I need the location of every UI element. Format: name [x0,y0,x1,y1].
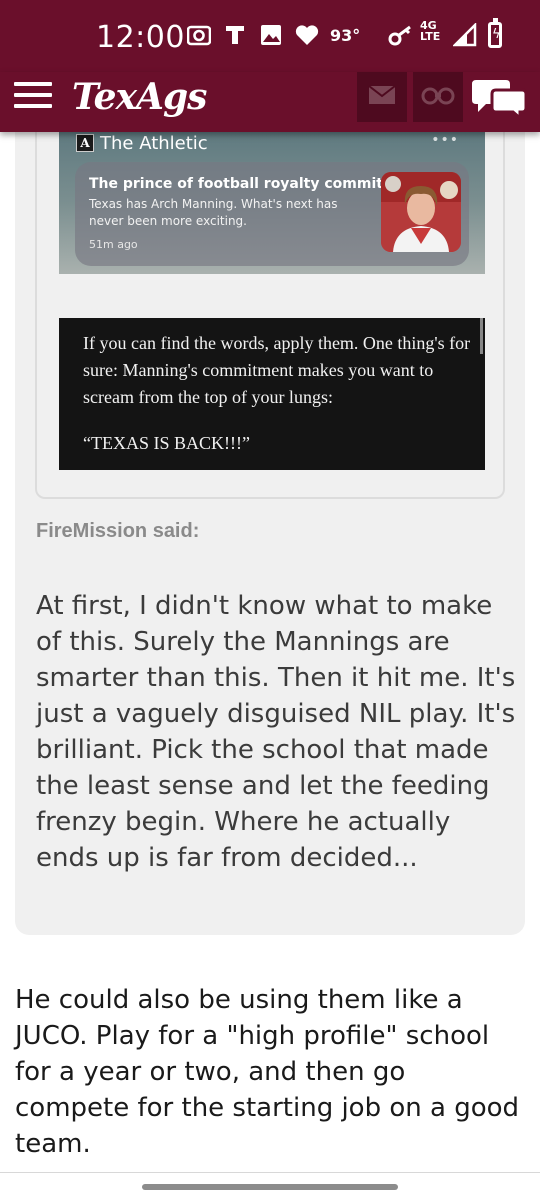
divider [0,1172,540,1173]
network-label: 4G LTE [420,19,441,43]
heart-icon [294,22,320,48]
binoculars-icon [421,85,455,109]
excerpt-scrollbar[interactable] [480,318,483,354]
mail-icon [368,85,396,109]
watchlist-button[interactable] [413,72,463,122]
player-photo [381,172,461,252]
notification-time: 51m ago [89,238,138,251]
quote-text: At first, I didn't know what to make of … [36,591,516,873]
t-mobile-icon [222,22,248,48]
site-logo[interactable]: TexAgs [72,76,207,118]
notification-source: The Athletic [100,132,208,154]
notification-body: Texas has Arch Manning. What's next has … [89,197,338,228]
signal-icon [452,22,478,48]
post-body: He could also be using them like a JUCO.… [15,985,520,1159]
notification-title: The prince of football royalty commits [89,176,392,192]
menu-icon[interactable] [14,82,54,112]
quote-author[interactable]: FireMission said: [36,520,199,543]
quote-block: A The Athletic ••• The prince of footbal… [15,132,525,935]
temperature: 93° [330,26,361,45]
gesture-nav-bar[interactable] [142,1184,398,1190]
athletic-logo-icon: A [76,134,94,152]
notification-card: The prince of football royalty commits T… [75,162,469,266]
camera-icon [186,22,212,48]
article-excerpt: If you can find the words, apply them. O… [59,318,485,470]
clock: 12:00 [96,20,185,55]
notification-screenshot: A The Athletic ••• The prince of footbal… [59,132,485,274]
mail-button[interactable] [357,72,407,122]
key-icon [388,22,414,48]
status-bar: 12:00 93° 4G LTE ϟ [0,0,540,72]
chat-button[interactable] [472,76,528,122]
chat-bubbles-icon [472,80,528,124]
excerpt-headline: “TEXAS IS BACK!!!” [83,433,250,453]
embedded-media[interactable]: A The Athletic ••• The prince of footbal… [35,132,505,499]
notification-header: A The Athletic [76,132,208,154]
excerpt-paragraph: If you can find the words, apply them. O… [83,333,471,407]
network-type: 4G LTE [420,20,454,42]
image-icon [258,22,284,48]
more-dots-icon: ••• [431,132,459,148]
thread-content: A The Athletic ••• The prince of footbal… [0,132,540,1200]
battery-charging-icon: ϟ [488,18,502,48]
app-header: TexAgs [0,72,540,132]
